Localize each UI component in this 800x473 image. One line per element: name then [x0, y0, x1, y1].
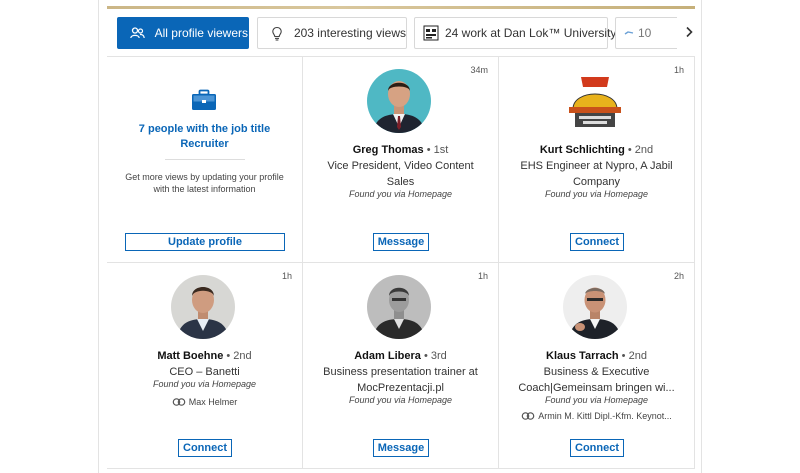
- viewer-name[interactable]: Klaus Tarrach • 2nd: [503, 350, 690, 362]
- filter-label: All profile viewers: [154, 26, 248, 40]
- viewer-card[interactable]: 1h Matt Boehne • 2nd CEO – Banetti Found…: [107, 263, 303, 469]
- lightbulb-icon: [269, 25, 285, 41]
- view-time: 2h: [673, 271, 684, 281]
- message-button[interactable]: Message: [373, 233, 429, 251]
- avatar[interactable]: [171, 275, 235, 339]
- page-background-left: [0, 0, 98, 473]
- viewer-card[interactable]: 1h Adam Libera • 3rd Business presentati…: [303, 263, 499, 469]
- chip-icon: [624, 25, 634, 41]
- viewers-grid: 7 people with the job title Recruiter Ge…: [107, 56, 695, 469]
- view-time: 1h: [673, 65, 684, 75]
- update-profile-button[interactable]: Update profile: [125, 233, 285, 251]
- viewer-headline: Business & Executive Coach|Gemeinsam bri…: [518, 366, 675, 394]
- avatar[interactable]: [563, 69, 627, 133]
- viewer-headline: EHS Engineer at Nypro, A Jabil Company: [520, 160, 673, 188]
- premium-accent-bar: [107, 6, 695, 9]
- viewer-card[interactable]: 2h Klaus Tarrach • 2nd Business & Execut…: [499, 263, 695, 469]
- mutual-connections-icon: [172, 398, 186, 406]
- page-background-right: [702, 0, 800, 473]
- found-via: Found you via Homepage: [152, 379, 257, 389]
- connection-degree: • 2nd: [226, 350, 252, 362]
- viewer-card[interactable]: 1h Kurt Schlichting • 2nd EHS Engineer a…: [499, 57, 695, 263]
- viewer-card[interactable]: 34m Greg Thomas • 1st Vice President, Vi…: [303, 57, 499, 263]
- found-via: Found you via Homepage: [348, 395, 453, 405]
- viewer-name[interactable]: Matt Boehne • 2nd: [111, 350, 298, 362]
- filter-interesting-views[interactable]: 203 interesting views: [257, 17, 407, 49]
- viewer-name[interactable]: Greg Thomas • 1st: [307, 144, 494, 156]
- connection-degree: • 2nd: [621, 350, 647, 362]
- view-time: 34m: [470, 65, 488, 75]
- mutual-connection[interactable]: Armin M. Kittl Dipl.-Kfm. Keynot...: [503, 411, 690, 421]
- mutual-connection-name: Armin M. Kittl Dipl.-Kfm. Keynot...: [538, 411, 672, 421]
- profile-viewers-panel: All profile viewers 203 interesting view…: [98, 0, 702, 473]
- mutual-connection[interactable]: Max Helmer: [111, 397, 298, 407]
- connect-button[interactable]: Connect: [570, 439, 624, 457]
- job-title-insight-card: 7 people with the job title Recruiter Ge…: [107, 57, 303, 263]
- filter-label: 203 interesting views: [293, 26, 406, 40]
- job-title-insight-text: Get more views by updating your profile …: [125, 172, 284, 194]
- chevron-right-icon: [685, 25, 693, 41]
- filter-all-profile-viewers[interactable]: All profile viewers: [117, 17, 249, 49]
- mutual-connections-icon: [521, 412, 535, 420]
- viewer-headline: Vice President, Video Content Sales: [327, 160, 474, 188]
- viewer-headline: Business presentation trainer at MocPrez…: [323, 366, 478, 394]
- connect-button[interactable]: Connect: [178, 439, 232, 457]
- filters-next-button[interactable]: [677, 17, 701, 49]
- job-title-insight-link[interactable]: 7 people with the job title Recruiter: [127, 122, 282, 152]
- divider: [165, 159, 245, 160]
- view-time: 1h: [281, 271, 292, 281]
- found-via: Found you via Homepage: [544, 189, 649, 199]
- viewer-name[interactable]: Kurt Schlichting • 2nd: [503, 144, 690, 156]
- viewer-name[interactable]: Adam Libera • 3rd: [307, 350, 494, 362]
- avatar[interactable]: [563, 275, 627, 339]
- found-via: Found you via Homepage: [348, 189, 453, 199]
- connect-button[interactable]: Connect: [570, 233, 624, 251]
- filter-work-at-company[interactable]: 24 work at Dan Lok™ University: [414, 17, 616, 49]
- viewer-headline: CEO – Banetti: [169, 366, 240, 378]
- people-icon: [130, 25, 146, 41]
- filter-bar: All profile viewers 203 interesting view…: [117, 17, 701, 50]
- found-via: Found you via Homepage: [544, 395, 649, 405]
- message-button[interactable]: Message: [373, 439, 429, 457]
- filter-label: 24 work at Dan Lok™ University: [445, 26, 617, 40]
- connection-degree: • 1st: [426, 144, 449, 156]
- mutual-connection-name: Max Helmer: [188, 397, 238, 407]
- briefcase-icon: [191, 89, 217, 116]
- view-time: 1h: [477, 271, 488, 281]
- company-logo-icon: [423, 25, 439, 41]
- connection-degree: • 2nd: [627, 144, 654, 156]
- connection-degree: • 3rd: [423, 350, 447, 362]
- filter-label: 10: [638, 26, 652, 40]
- avatar[interactable]: [367, 69, 431, 133]
- avatar[interactable]: [367, 275, 431, 339]
